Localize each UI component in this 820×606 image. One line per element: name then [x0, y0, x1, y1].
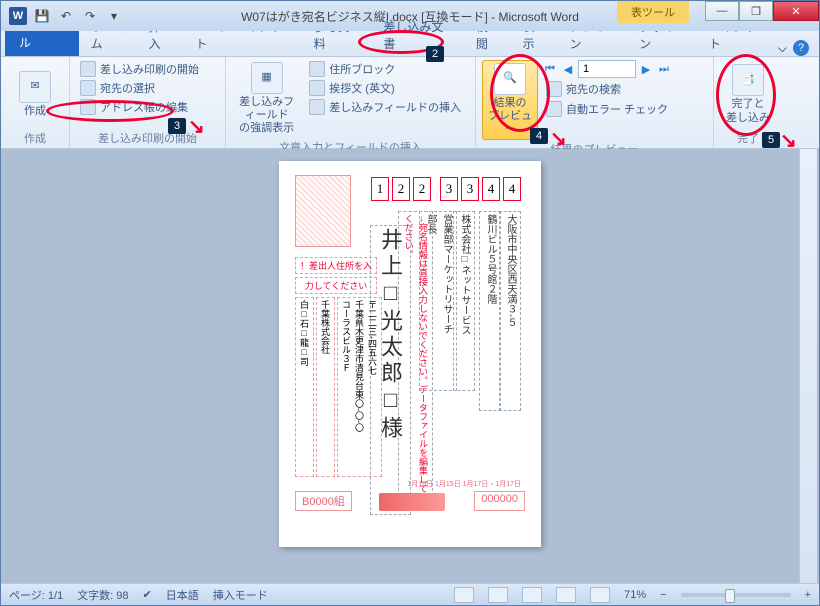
sender-warn-1: ！差出人住所を入	[295, 257, 377, 274]
callout-num-4: 4	[530, 128, 548, 144]
undo-icon[interactable]: ↶	[55, 5, 77, 27]
ribbon-tabs: ファイル ホーム 挿入 ページ レイアウト 参考資料 差し込み文書 校閲 表示 …	[1, 31, 819, 57]
select-recipients-button[interactable]: 宛先の選択	[76, 79, 203, 97]
zoom-level[interactable]: 71%	[624, 589, 646, 601]
prev-record-button[interactable]: ◀	[560, 61, 576, 77]
mergefield-icon	[309, 99, 325, 115]
document-area[interactable]: 1 2 2 3 3 4 4 大阪市中央区西天満３-５ 鶴川ビル５号館２階 株式会…	[1, 149, 819, 583]
close-button[interactable]: ✕	[773, 1, 819, 21]
sender-company[interactable]: 千葉株式会社	[316, 297, 335, 477]
maximize-button[interactable]: ❐	[739, 1, 773, 21]
vertical-scrollbar[interactable]	[799, 149, 817, 583]
view-web-button[interactable]	[522, 587, 542, 603]
status-insertmode[interactable]: 挿入モード	[213, 587, 268, 603]
qat-more-icon[interactable]: ▾	[103, 5, 125, 27]
group-create: ✉ 作成 作成	[1, 57, 70, 148]
edit-addressbook-button[interactable]: アドレス帳の編集	[76, 98, 203, 116]
next-record-button[interactable]: ▶	[638, 61, 654, 77]
zoom-in-button[interactable]: +	[805, 589, 811, 601]
find-icon	[546, 81, 562, 97]
statusbar: ページ: 1/1 文字数: 98 ✔ 日本語 挿入モード 71% − +	[1, 583, 819, 605]
context-tab-tabletools: 表ツール	[617, 1, 689, 23]
sender-block: ！差出人住所を入 力してください 白□石□龍□司 千葉株式会社 〒二二三-四五六…	[295, 257, 377, 477]
tab-mailings[interactable]: 差し込み文書	[371, 14, 463, 56]
quick-access-toolbar: W 💾 ↶ ↷ ▾	[1, 5, 131, 27]
group-write-insert-fields: ▦ 差し込みフィールド の強調表示 住所ブロック 挨拶文 (英文) 差し込みフィ…	[226, 57, 476, 148]
sender-name[interactable]: 白□石□龍□司	[295, 297, 314, 477]
callout-arrow-4: ↘	[550, 126, 567, 151]
help-icon[interactable]: ?	[793, 40, 809, 56]
magnifier-icon: 🔍	[494, 63, 526, 95]
highlight-icon: ▦	[251, 62, 283, 94]
insert-mergefield-button[interactable]: 差し込みフィールドの挿入	[305, 98, 465, 116]
status-page[interactable]: ページ: 1/1	[9, 587, 63, 603]
footer-codes: B0000組 000000	[295, 491, 525, 511]
page: 1 2 2 3 3 4 4 大阪市中央区西天満３-５ 鶴川ビル５号館２階 株式会…	[279, 161, 541, 547]
finish-icon: 📑	[732, 64, 764, 96]
postcode-boxes: 1 2 2 3 3 4 4	[371, 177, 521, 201]
callout-num-2: 2	[426, 46, 444, 62]
addressblock-icon	[309, 61, 325, 77]
redo-icon[interactable]: ↷	[79, 5, 101, 27]
highlight-fields-button[interactable]: ▦ 差し込みフィールド の強調表示	[232, 60, 301, 138]
zoom-out-button[interactable]: −	[660, 589, 666, 601]
recipient-address-2[interactable]: 鶴川ビル５号館２階	[479, 211, 501, 411]
ribbon: ✉ 作成 作成 差し込み印刷の開始 宛先の選択 アドレス帳の編集 差し込み印刷の…	[1, 57, 819, 149]
sender-warn-2: 力してください	[295, 277, 377, 294]
envelope-icon: ✉	[19, 71, 51, 103]
sender-address[interactable]: 〒二二三-四五六七 千葉県木更津市清見台東〇-〇-〇 コーラスビル３Ｆ	[337, 297, 382, 477]
collapse-ribbon-icon[interactable]: ⌵	[778, 41, 787, 56]
last-record-button[interactable]: ⏭	[656, 61, 672, 77]
footer-right-code: 000000	[474, 491, 525, 511]
callout-num-3: 3	[168, 118, 186, 134]
group-preview-results: 🔍 結果の プレビュー ⏮ ◀ ▶ ⏭ 宛先の検索 自動エラー チェック 結果の…	[476, 57, 714, 148]
save-icon[interactable]: 💾	[31, 5, 53, 27]
stamp-area	[295, 175, 351, 247]
finish-merge-button[interactable]: 📑 完了と 差し込み	[720, 60, 776, 129]
start-mailmerge-button[interactable]: 差し込み印刷の開始	[76, 60, 203, 78]
footer-dates: 1月15日 1月15日 1月17日・1月17日	[407, 479, 521, 489]
recipients-icon	[80, 80, 96, 96]
view-outline-button[interactable]	[556, 587, 576, 603]
zoom-slider[interactable]	[681, 593, 791, 597]
minimize-button[interactable]: —	[705, 1, 739, 21]
status-language[interactable]: 日本語	[166, 587, 199, 603]
record-navigator: ⏮ ◀ ▶ ⏭	[542, 60, 672, 78]
addressbook-icon	[80, 99, 96, 115]
address-block-button[interactable]: 住所ブロック	[305, 60, 465, 78]
status-wordcount[interactable]: 文字数: 98	[77, 587, 128, 603]
mailmerge-icon	[80, 61, 96, 77]
footer-left-code: B0000組	[295, 491, 352, 511]
callout-num-5: 5	[762, 132, 780, 148]
auto-check-errors-button[interactable]: 自動エラー チェック	[542, 100, 672, 118]
check-icon	[546, 101, 562, 117]
view-draft-button[interactable]	[590, 587, 610, 603]
greeting-line-button[interactable]: 挨拶文 (英文)	[305, 79, 465, 97]
first-record-button[interactable]: ⏮	[542, 61, 558, 77]
view-printlayout-button[interactable]	[454, 587, 474, 603]
record-number-input[interactable]	[578, 60, 636, 78]
callout-arrow-3: ↘	[188, 114, 205, 139]
greeting-icon	[309, 80, 325, 96]
find-recipient-button[interactable]: 宛先の検索	[542, 80, 672, 98]
create-button[interactable]: ✉ 作成	[7, 60, 63, 129]
word-icon[interactable]: W	[7, 5, 29, 27]
view-fullscreen-button[interactable]	[488, 587, 508, 603]
status-proofing-icon[interactable]: ✔	[143, 588, 152, 601]
recipient-address-1[interactable]: 大阪市中央区西天満３-５	[499, 211, 521, 411]
